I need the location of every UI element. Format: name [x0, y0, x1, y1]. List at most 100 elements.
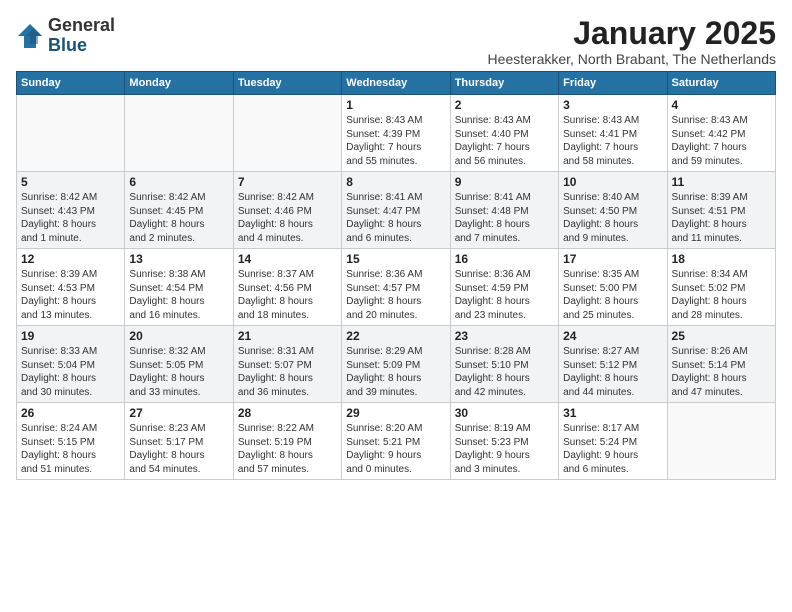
- calendar-cell: 31 Sunrise: 8:17 AM Sunset: 5:24 PM Dayli…: [559, 403, 667, 480]
- day-info: Sunrise: 8:33 AM Sunset: 5:04 PM Dayligh…: [21, 345, 120, 399]
- weekday-header-tuesday: Tuesday: [233, 72, 341, 95]
- day-number: 24: [563, 329, 662, 343]
- calendar-cell: 27Sunrise: 8:23 AM Sunset: 5:17 PM Dayli…: [125, 403, 233, 480]
- day-info: Sunrise: 8:28 AM Sunset: 5:10 PM Dayligh…: [455, 345, 554, 399]
- weekday-header-monday: Monday: [125, 72, 233, 95]
- day-number: 2: [455, 98, 554, 112]
- calendar-cell: 19Sunrise: 8:33 AM Sunset: 5:04 PM Dayli…: [17, 326, 125, 403]
- day-number: 8: [346, 175, 445, 189]
- calendar-cell: 21 Sunrise: 8:31 AM Sunset: 5:07 PM Dayli…: [233, 326, 341, 403]
- day-number: 30: [455, 406, 554, 420]
- day-number: 29: [346, 406, 445, 420]
- calendar-cell: 28 Sunrise: 8:22 AM Sunset: 5:19 PM Dayli…: [233, 403, 341, 480]
- day-number: 1: [346, 98, 445, 112]
- logo-blue-text: Blue: [48, 35, 87, 55]
- calendar-cell: 12 Sunrise: 8:39 AM Sunset: 4:53 PM Dayli…: [17, 249, 125, 326]
- day-number: 23: [455, 329, 554, 343]
- day-number: 9: [455, 175, 554, 189]
- day-info: Sunrise: 8:41 AM Sunset: 4:48 PM Dayligh…: [455, 191, 554, 245]
- calendar-cell: 18 Sunrise: 8:34 AM Sunset: 5:02 PM Dayli…: [667, 249, 775, 326]
- calendar-cell: 3 Sunrise: 8:43 AM Sunset: 4:41 PM Daylig…: [559, 95, 667, 172]
- weekday-header-saturday: Saturday: [667, 72, 775, 95]
- calendar-cell: 24 Sunrise: 8:27 AM Sunset: 5:12 PM Dayli…: [559, 326, 667, 403]
- day-number: 31: [563, 406, 662, 420]
- title-area: January 2025 Heesterakker, North Brabant…: [488, 16, 776, 67]
- day-info: Sunrise: 8:43 AM Sunset: 4:39 PM Dayligh…: [346, 114, 445, 168]
- weekday-header-wednesday: Wednesday: [342, 72, 450, 95]
- calendar-cell: 10Sunrise: 8:40 AM Sunset: 4:50 PM Dayli…: [559, 172, 667, 249]
- calendar-cell: 2 Sunrise: 8:43 AM Sunset: 4:40 PM Daylig…: [450, 95, 558, 172]
- day-info: Sunrise: 8:20 AM Sunset: 5:21 PM Dayligh…: [346, 422, 445, 476]
- day-info: Sunrise: 8:43 AM Sunset: 4:42 PM Dayligh…: [672, 114, 771, 168]
- day-info: Sunrise: 8:37 AM Sunset: 4:56 PM Dayligh…: [238, 268, 337, 322]
- day-number: 7: [238, 175, 337, 189]
- day-info: Sunrise: 8:17 AM Sunset: 5:24 PM Dayligh…: [563, 422, 662, 476]
- day-info: Sunrise: 8:42 AM Sunset: 4:45 PM Dayligh…: [129, 191, 228, 245]
- day-number: 28: [238, 406, 337, 420]
- calendar-cell: 29 Sunrise: 8:20 AM Sunset: 5:21 PM Dayli…: [342, 403, 450, 480]
- calendar-cell: [233, 95, 341, 172]
- day-number: 11: [672, 175, 771, 189]
- day-info: Sunrise: 8:24 AM Sunset: 5:15 PM Dayligh…: [21, 422, 120, 476]
- calendar-cell: 30Sunrise: 8:19 AM Sunset: 5:23 PM Dayli…: [450, 403, 558, 480]
- day-info: Sunrise: 8:27 AM Sunset: 5:12 PM Dayligh…: [563, 345, 662, 399]
- calendar-cell: 20 Sunrise: 8:32 AM Sunset: 5:05 PM Dayli…: [125, 326, 233, 403]
- day-info: Sunrise: 8:32 AM Sunset: 5:05 PM Dayligh…: [129, 345, 228, 399]
- day-info: Sunrise: 8:42 AM Sunset: 4:46 PM Dayligh…: [238, 191, 337, 245]
- day-info: Sunrise: 8:36 AM Sunset: 4:57 PM Dayligh…: [346, 268, 445, 322]
- logo: General Blue: [16, 16, 115, 56]
- day-number: 21: [238, 329, 337, 343]
- day-info: Sunrise: 8:43 AM Sunset: 4:41 PM Dayligh…: [563, 114, 662, 168]
- calendar-cell: [125, 95, 233, 172]
- day-number: 3: [563, 98, 662, 112]
- calendar-cell: 23 Sunrise: 8:28 AM Sunset: 5:10 PM Dayli…: [450, 326, 558, 403]
- day-number: 5: [21, 175, 120, 189]
- day-number: 25: [672, 329, 771, 343]
- day-number: 17: [563, 252, 662, 266]
- day-info: Sunrise: 8:22 AM Sunset: 5:19 PM Dayligh…: [238, 422, 337, 476]
- calendar-cell: [667, 403, 775, 480]
- day-number: 22: [346, 329, 445, 343]
- calendar-cell: 16 Sunrise: 8:36 AM Sunset: 4:59 PM Dayli…: [450, 249, 558, 326]
- day-info: Sunrise: 8:39 AM Sunset: 4:53 PM Dayligh…: [21, 268, 120, 322]
- day-info: Sunrise: 8:34 AM Sunset: 5:02 PM Dayligh…: [672, 268, 771, 322]
- day-number: 6: [129, 175, 228, 189]
- day-number: 13: [129, 252, 228, 266]
- logo-icon: [16, 22, 44, 50]
- day-info: Sunrise: 8:40 AM Sunset: 4:50 PM Dayligh…: [563, 191, 662, 245]
- calendar-cell: 15Sunrise: 8:36 AM Sunset: 4:57 PM Dayli…: [342, 249, 450, 326]
- calendar-cell: 14 Sunrise: 8:37 AM Sunset: 4:56 PM Dayli…: [233, 249, 341, 326]
- logo-general-text: General: [48, 15, 115, 35]
- calendar-cell: 1 Sunrise: 8:43 AM Sunset: 4:39 PM Daylig…: [342, 95, 450, 172]
- day-info: Sunrise: 8:31 AM Sunset: 5:07 PM Dayligh…: [238, 345, 337, 399]
- location-title: Heesterakker, North Brabant, The Netherl…: [488, 51, 776, 67]
- day-info: Sunrise: 8:43 AM Sunset: 4:40 PM Dayligh…: [455, 114, 554, 168]
- day-info: Sunrise: 8:35 AM Sunset: 5:00 PM Dayligh…: [563, 268, 662, 322]
- calendar-cell: 22Sunrise: 8:29 AM Sunset: 5:09 PM Dayli…: [342, 326, 450, 403]
- calendar-cell: 5 Sunrise: 8:42 AM Sunset: 4:43 PM Daylig…: [17, 172, 125, 249]
- calendar-cell: [17, 95, 125, 172]
- calendar-cell: 6 Sunrise: 8:42 AM Sunset: 4:45 PM Daylig…: [125, 172, 233, 249]
- calendar-cell: 13 Sunrise: 8:38 AM Sunset: 4:54 PM Dayli…: [125, 249, 233, 326]
- day-number: 26: [21, 406, 120, 420]
- calendar-cell: 9 Sunrise: 8:41 AM Sunset: 4:48 PM Daylig…: [450, 172, 558, 249]
- calendar-cell: 11Sunrise: 8:39 AM Sunset: 4:51 PM Dayli…: [667, 172, 775, 249]
- day-info: Sunrise: 8:38 AM Sunset: 4:54 PM Dayligh…: [129, 268, 228, 322]
- day-info: Sunrise: 8:41 AM Sunset: 4:47 PM Dayligh…: [346, 191, 445, 245]
- weekday-header-sunday: Sunday: [17, 72, 125, 95]
- day-number: 14: [238, 252, 337, 266]
- day-info: Sunrise: 8:26 AM Sunset: 5:14 PM Dayligh…: [672, 345, 771, 399]
- day-number: 18: [672, 252, 771, 266]
- day-number: 20: [129, 329, 228, 343]
- day-number: 4: [672, 98, 771, 112]
- day-number: 16: [455, 252, 554, 266]
- day-info: Sunrise: 8:42 AM Sunset: 4:43 PM Dayligh…: [21, 191, 120, 245]
- day-info: Sunrise: 8:36 AM Sunset: 4:59 PM Dayligh…: [455, 268, 554, 322]
- calendar-cell: 17 Sunrise: 8:35 AM Sunset: 5:00 PM Dayli…: [559, 249, 667, 326]
- weekday-header-thursday: Thursday: [450, 72, 558, 95]
- calendar-cell: 4 Sunrise: 8:43 AM Sunset: 4:42 PM Daylig…: [667, 95, 775, 172]
- day-number: 12: [21, 252, 120, 266]
- weekday-header-friday: Friday: [559, 72, 667, 95]
- day-info: Sunrise: 8:23 AM Sunset: 5:17 PM Dayligh…: [129, 422, 228, 476]
- calendar-cell: 7 Sunrise: 8:42 AM Sunset: 4:46 PM Daylig…: [233, 172, 341, 249]
